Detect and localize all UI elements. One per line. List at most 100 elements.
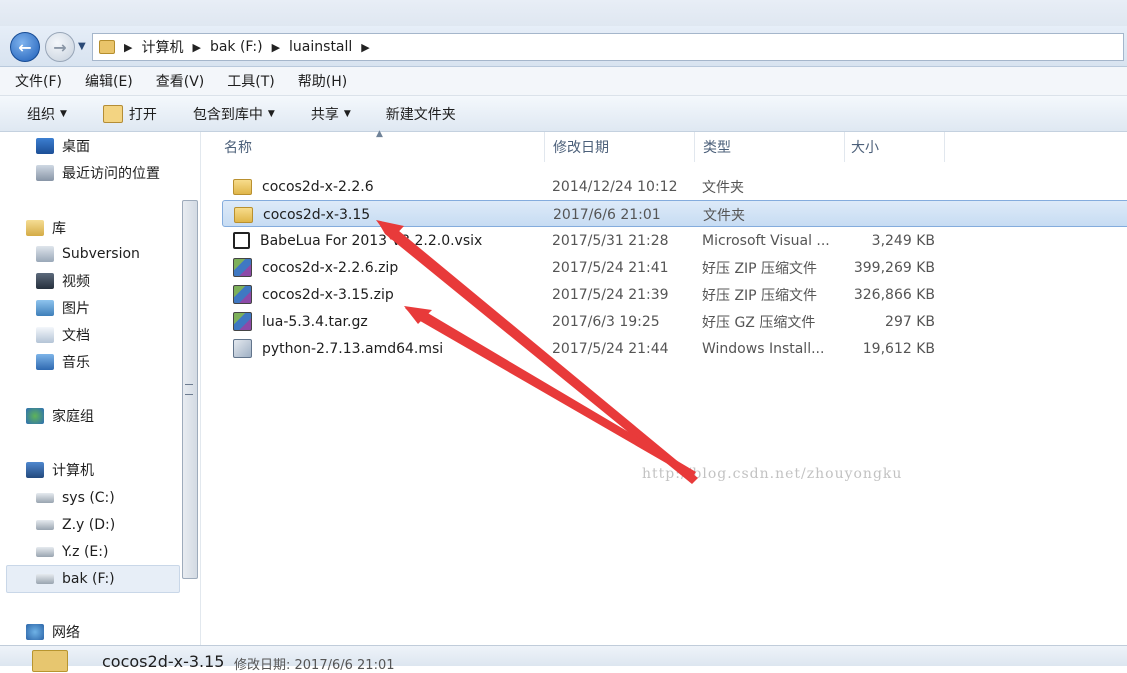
nav-item-desktop[interactable]: 桌面	[36, 134, 90, 158]
file-row[interactable]: cocos2d-x-3.15.zip 2017/5/24 21:39 好压 ZIP …	[222, 281, 1127, 308]
file-row[interactable]: cocos2d-x-2.2.6.zip 2017/5/24 21:41 好压 ZIP…	[222, 254, 1127, 281]
column-header-size[interactable]: 大小	[845, 132, 945, 162]
column-label: 名称	[224, 140, 252, 156]
open-button[interactable]: 打开	[102, 104, 157, 124]
back-button[interactable]: ←	[10, 32, 40, 62]
recent-places-icon	[36, 165, 54, 181]
column-header-date[interactable]: 修改日期	[545, 132, 695, 162]
file-size: 326,866 KB	[853, 286, 935, 303]
file-row[interactable]: cocos2d-x-2.2.6 2014/12/24 10:12 文件夹	[222, 173, 1127, 200]
chevron-right-icon[interactable]: ▶	[272, 41, 280, 54]
nav-item-drive-d[interactable]: Z.y (D:)	[36, 513, 115, 537]
file-type: 文件夹	[703, 207, 745, 224]
chevron-right-icon[interactable]: ▶	[124, 41, 132, 54]
file-size	[822, 173, 935, 200]
system-drive-icon	[36, 493, 54, 503]
drive-icon	[36, 574, 54, 584]
nav-label: 最近访问的位置	[62, 166, 160, 182]
file-type: Microsoft Visual ...	[702, 232, 830, 249]
menu-tools[interactable]: 工具(T)	[219, 71, 282, 91]
desktop-icon	[36, 138, 54, 154]
file-name-cell[interactable]: cocos2d-x-3.15.zip	[233, 281, 543, 308]
video-icon	[36, 273, 54, 289]
nav-label: 音乐	[62, 355, 90, 371]
recent-pages-dropdown-icon[interactable]: ▼	[78, 41, 86, 52]
menu-edit[interactable]: 编辑(E)	[77, 71, 141, 91]
chevron-down-icon: ▼	[60, 108, 67, 119]
menu-file[interactable]: 文件(F)	[7, 71, 70, 91]
nav-item-subversion[interactable]: Subversion	[36, 242, 140, 266]
nav-item-documents[interactable]: 文档	[36, 323, 90, 347]
organize-button[interactable]: 组织 ▼	[27, 104, 67, 124]
nav-label: 桌面	[62, 139, 90, 155]
nav-item-homegroup[interactable]: 家庭组	[26, 404, 94, 428]
column-header-type[interactable]: 类型	[695, 132, 845, 162]
file-date: 2017/6/6 21:01	[553, 206, 661, 223]
menu-view[interactable]: 查看(V)	[148, 71, 213, 91]
nav-label: sys (C:)	[62, 490, 115, 506]
zip-icon	[233, 285, 252, 304]
network-icon	[26, 624, 44, 640]
file-date: 2017/5/24 21:39	[552, 286, 669, 303]
nav-item-libraries[interactable]: 库	[26, 216, 66, 240]
folder-icon	[234, 206, 253, 223]
drive-icon	[36, 520, 54, 530]
selected-item-modified: 修改日期: 2017/6/6 21:01	[234, 658, 395, 673]
file-date: 2017/5/24 21:44	[552, 340, 669, 357]
nav-item-drive-f[interactable]: bak (F:)	[36, 567, 115, 591]
file-date: 2017/5/24 21:41	[552, 259, 669, 276]
chevron-right-icon[interactable]: ▶	[192, 41, 200, 54]
nav-item-pictures[interactable]: 图片	[36, 296, 90, 320]
file-size: 3,249 KB	[871, 232, 935, 249]
nav-item-music[interactable]: 音乐	[36, 350, 90, 374]
file-name-cell[interactable]: cocos2d-x-2.2.6	[233, 173, 543, 200]
file-name-cell[interactable]: BabeLua For 2013 V3.2.2.0.vsix	[233, 227, 543, 254]
nav-item-videos[interactable]: 视频	[36, 269, 90, 293]
file-name-cell[interactable]: lua-5.3.4.tar.gz	[233, 308, 543, 335]
file-row[interactable]: BabeLua For 2013 V3.2.2.0.vsix 2017/5/31 …	[222, 227, 1127, 254]
file-size: 297 KB	[885, 313, 935, 330]
file-row[interactable]: cocos2d-x-3.15 2017/6/6 21:01 文件夹	[222, 200, 1127, 227]
computer-icon	[26, 462, 44, 478]
watermark-text: http://blog.csdn.net/zhouyongku	[642, 466, 903, 482]
nav-item-recent[interactable]: 最近访问的位置	[36, 161, 160, 185]
file-size: 19,612 KB	[862, 340, 935, 357]
forward-button[interactable]: →	[45, 32, 75, 62]
file-name: lua-5.3.4.tar.gz	[262, 313, 368, 330]
vsix-icon	[233, 232, 250, 249]
breadcrumb-folder[interactable]: luainstall	[289, 39, 352, 55]
include-in-library-button[interactable]: 包含到库中 ▼	[193, 104, 275, 124]
file-row[interactable]: lua-5.3.4.tar.gz 2017/6/3 19:25 好压 GZ 压缩文件…	[222, 308, 1127, 335]
nav-item-drive-c[interactable]: sys (C:)	[36, 486, 115, 510]
column-header-name[interactable]: 名称 ▲	[202, 129, 545, 162]
nav-item-drive-e[interactable]: Y.z (E:)	[36, 540, 108, 564]
music-icon	[36, 354, 54, 370]
share-button[interactable]: 共享 ▼	[311, 104, 351, 124]
nav-label: bak (F:)	[62, 571, 115, 587]
nav-item-computer[interactable]: 计算机	[26, 458, 94, 482]
file-name-cell[interactable]: cocos2d-x-3.15	[234, 201, 544, 228]
menu-help[interactable]: 帮助(H)	[290, 71, 355, 91]
breadcrumb-drive[interactable]: bak (F:)	[210, 39, 263, 55]
file-row[interactable]: python-2.7.13.amd64.msi 2017/5/24 21:44 Wi…	[222, 335, 1127, 362]
navigation-pane: 桌面 最近访问的位置 库 Subversion 视频 图片 文档 音乐 家庭组 …	[0, 132, 201, 645]
library-icon	[26, 220, 44, 236]
nav-label: Subversion	[62, 246, 140, 262]
nav-label: Z.y (D:)	[62, 517, 116, 533]
nav-item-network[interactable]: 网络	[26, 620, 80, 644]
new-folder-button[interactable]: 新建文件夹	[386, 104, 456, 124]
chevron-right-icon[interactable]: ▶	[361, 41, 369, 54]
homegroup-icon	[26, 408, 44, 424]
file-name-cell[interactable]: cocos2d-x-2.2.6.zip	[233, 254, 543, 281]
open-label: 打开	[128, 106, 157, 123]
command-toolbar: 组织 ▼ 打开 包含到库中 ▼ 共享 ▼ 新建文件夹	[0, 96, 1127, 132]
file-date: 2014/12/24 10:12	[552, 178, 678, 195]
nav-label: 文档	[62, 328, 90, 344]
address-bar[interactable]: ▶ 计算机 ▶ bak (F:) ▶ luainstall ▶	[92, 33, 1124, 61]
breadcrumb-computer[interactable]: 计算机	[141, 37, 183, 57]
chevron-down-icon: ▼	[343, 108, 351, 119]
window-title-strip	[0, 0, 1127, 26]
file-date: 2017/5/31 21:28	[552, 232, 669, 249]
file-name-cell[interactable]: python-2.7.13.amd64.msi	[233, 335, 543, 362]
file-name: BabeLua For 2013 V3.2.2.0.vsix	[260, 232, 483, 249]
